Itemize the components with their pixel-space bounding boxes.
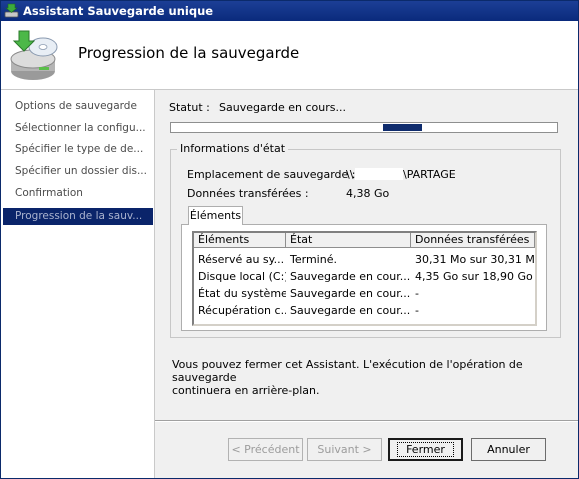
row-item: État du système bbox=[198, 287, 286, 300]
backup-app-icon bbox=[4, 3, 19, 18]
window-title: Assistant Sauvegarde unique bbox=[23, 4, 214, 18]
close-info-line-1: Vous pouvez fermer cet Assistant. L'exéc… bbox=[172, 358, 523, 384]
table-row[interactable]: Récupération c... Sauvegarde en cour... … bbox=[194, 302, 535, 319]
button-separator bbox=[155, 420, 578, 422]
wizard-content: Statut : Sauvegarde en cours... Informat… bbox=[155, 90, 578, 478]
previous-button[interactable]: < Précédent bbox=[228, 438, 303, 461]
close-info-note: Vous pouvez fermer cet Assistant. L'exéc… bbox=[172, 358, 572, 397]
wizard-steps-nav: Options de sauvegarde Sélectionner la co… bbox=[1, 90, 155, 478]
nav-step-select-config[interactable]: Sélectionner la configu... bbox=[3, 120, 153, 137]
table-row[interactable]: Disque local (C:) Sauvegarde en cour... … bbox=[194, 268, 535, 285]
row-item: Réservé au sy... bbox=[198, 253, 285, 266]
items-list-view[interactable]: Éléments État Données transférées Réserv… bbox=[192, 231, 537, 326]
column-header-state[interactable]: État bbox=[286, 233, 411, 248]
row-state: Sauvegarde en cour... bbox=[290, 304, 411, 317]
row-transferred: 4,35 Go sur 18,90 Go bbox=[415, 270, 533, 283]
transferred-data-value: 4,38 Go bbox=[346, 187, 390, 200]
status-info-legend: Informations d'état bbox=[177, 142, 289, 155]
row-transferred: - bbox=[415, 304, 419, 317]
status-label: Statut : bbox=[169, 101, 210, 114]
title-bar[interactable]: Assistant Sauvegarde unique bbox=[1, 1, 578, 21]
status-value: Sauvegarde en cours... bbox=[219, 101, 346, 114]
row-transferred: 30,31 Mo sur 30,31 Mo bbox=[415, 253, 535, 266]
close-info-line-2: continuera en arrière-plan. bbox=[172, 384, 320, 397]
backup-progress-bar bbox=[170, 122, 558, 133]
backup-location-prefix: \\ bbox=[346, 168, 354, 181]
row-state: Sauvegarde en cour... bbox=[290, 287, 411, 300]
backup-disk-icon bbox=[10, 30, 58, 80]
backup-location-label: Emplacement de sauvegarde : bbox=[187, 168, 356, 181]
wizard-window: Assistant Sauvegarde unique Progression … bbox=[0, 0, 579, 479]
nav-step-confirmation[interactable]: Confirmation bbox=[3, 185, 153, 202]
nav-step-progress[interactable]: Progression de la sauv... bbox=[3, 208, 153, 225]
close-button-label: Fermer bbox=[397, 442, 454, 457]
wizard-header: Progression de la sauvegarde bbox=[1, 21, 578, 90]
page-title: Progression de la sauvegarde bbox=[78, 44, 300, 62]
column-header-transferred[interactable]: Données transférées bbox=[411, 233, 535, 248]
redacted-server-name bbox=[355, 168, 403, 180]
row-item: Disque local (C:) bbox=[198, 270, 286, 283]
table-row[interactable]: Réservé au sy... Terminé. 30,31 Mo sur 3… bbox=[194, 251, 535, 268]
transferred-data-label: Données transférées : bbox=[187, 187, 309, 200]
nav-step-backup-options[interactable]: Options de sauvegarde bbox=[3, 98, 153, 115]
row-state: Sauvegarde en cour... bbox=[290, 270, 411, 283]
next-button[interactable]: Suivant > bbox=[307, 438, 382, 461]
cancel-button[interactable]: Annuler bbox=[471, 438, 546, 461]
list-header: Éléments État Données transférées bbox=[194, 233, 535, 249]
nav-step-remote-folder[interactable]: Spécifier un dossier dis... bbox=[3, 163, 153, 180]
nav-step-destination-type[interactable]: Spécifier le type de de... bbox=[3, 141, 153, 158]
table-row[interactable]: État du système Sauvegarde en cour... - bbox=[194, 285, 535, 302]
row-item: Récupération c... bbox=[198, 304, 286, 317]
close-button[interactable]: Fermer bbox=[388, 438, 463, 461]
progress-marquee-chunk bbox=[383, 124, 422, 131]
backup-location-share: \PARTAGE bbox=[403, 168, 456, 181]
column-header-items[interactable]: Éléments bbox=[194, 233, 286, 248]
row-transferred: - bbox=[415, 287, 419, 300]
tab-elements[interactable]: Éléments bbox=[188, 206, 243, 225]
row-state: Terminé. bbox=[290, 253, 337, 266]
